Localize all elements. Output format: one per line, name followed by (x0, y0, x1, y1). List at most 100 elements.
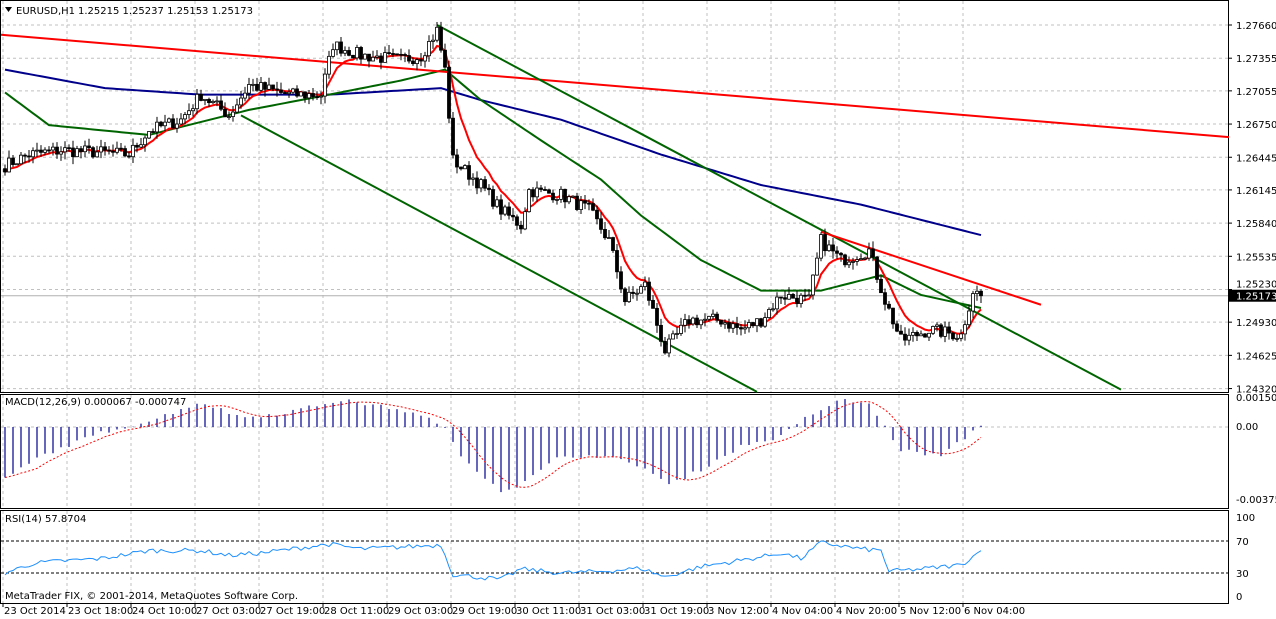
candle-body (919, 333, 923, 337)
candle-body (699, 319, 703, 326)
candle-body (851, 261, 855, 263)
candle-body (83, 145, 87, 153)
candle-body (907, 334, 911, 341)
price-label: 1.25535 (1236, 252, 1276, 263)
candle-body (863, 257, 867, 260)
candle-body (867, 248, 871, 259)
candle-body (143, 137, 147, 146)
candle-body (355, 47, 359, 59)
time-label: 4 Nov 20:00 (836, 606, 897, 617)
indicator-lines (0, 24, 1230, 393)
time-label: 4 Nov 04:00 (772, 606, 833, 617)
candle-body (619, 271, 623, 290)
candle-body (835, 250, 839, 254)
candle-body (739, 327, 743, 330)
candle-body (351, 54, 355, 59)
candle-body (543, 189, 547, 191)
candle-body (903, 333, 907, 341)
candle-body (363, 53, 367, 60)
candle-body (79, 148, 83, 153)
time-label: 23 Oct 18:00 (68, 606, 133, 617)
current-price-value: 1.25173 (1236, 292, 1276, 303)
candle-body (639, 286, 643, 294)
candle-body (559, 188, 563, 200)
candle-body (871, 248, 875, 258)
candle-body (511, 214, 515, 218)
chart-canvas[interactable]: 23 Oct 2014 23 Oct 18:0024 Oct 10:0027 Oc… (0, 0, 1276, 619)
candle-body (667, 338, 671, 354)
candle-body (131, 144, 135, 158)
candle-body (711, 313, 715, 317)
candle-body (223, 108, 227, 118)
candle-body (843, 254, 847, 266)
candle-body (115, 147, 119, 153)
candle-body (399, 53, 403, 56)
candle-body (407, 55, 411, 62)
candle-body (927, 332, 931, 338)
candle-body (3, 168, 7, 173)
candle-body (827, 244, 831, 252)
candle-body (471, 177, 475, 180)
time-label: 30 Oct 11:00 (516, 606, 581, 617)
time-label: 31 Oct 03:00 (580, 606, 645, 617)
candle-body (691, 317, 695, 325)
dropdown-triangle-icon[interactable] (5, 7, 12, 12)
candle-body (943, 326, 947, 337)
candle-body (299, 91, 303, 97)
price-label: 1.25840 (1236, 219, 1276, 230)
price-label: 1.26145 (1236, 186, 1276, 197)
price-label: 1.24930 (1236, 318, 1276, 329)
candle-body (451, 117, 455, 156)
macd-scale-label: 0.00 (1236, 422, 1258, 433)
candle-body (127, 155, 131, 158)
candle-body (459, 166, 463, 170)
candle-body (611, 237, 615, 251)
candle-body (683, 319, 687, 326)
candle-body (431, 39, 435, 42)
candle-body (563, 188, 567, 203)
candle-body (247, 84, 251, 94)
candle-body (787, 294, 791, 300)
candle-body (383, 52, 387, 63)
macd-scale-label: 0.001501 (1236, 393, 1276, 404)
rsi-label: RSI(14) 57.8704 (5, 514, 86, 525)
candle-body (71, 147, 75, 158)
candle-body (455, 154, 459, 168)
candle-body (191, 108, 195, 112)
candle-body (643, 281, 647, 288)
candle-body (87, 145, 91, 149)
candle-body (239, 97, 243, 106)
candle-body (467, 165, 471, 180)
price-label: 1.26445 (1236, 153, 1276, 164)
time-label: 31 Oct 19:00 (644, 606, 709, 617)
candle-body (307, 93, 311, 99)
rsi-scale-label: 100 (1236, 513, 1255, 524)
candle-body (763, 317, 767, 327)
candle-body (91, 147, 95, 158)
candle-body (603, 228, 607, 239)
candle-body (695, 317, 699, 326)
candle-body (591, 203, 595, 211)
candle-body (783, 297, 787, 300)
candle-body (331, 49, 335, 57)
candle-body (371, 56, 375, 62)
candle-body (631, 291, 635, 294)
candle-body (915, 332, 919, 337)
candle-body (519, 224, 523, 230)
candle-body (107, 149, 111, 152)
candle-body (95, 151, 99, 158)
candle-body (855, 259, 859, 262)
candle-body (207, 98, 211, 104)
candle-body (959, 333, 963, 339)
candle-body (687, 319, 691, 325)
candle-body (39, 149, 43, 153)
candle-body (931, 326, 935, 334)
candle-body (111, 150, 115, 153)
candle-body (579, 200, 583, 210)
candle-body (707, 316, 711, 320)
candle-body (655, 307, 659, 326)
ohlc-values: 1.25215 1.25237 1.25153 1.25173 (78, 6, 253, 17)
candle-body (279, 89, 283, 93)
candle-body (703, 318, 707, 321)
candle-body (255, 83, 259, 91)
